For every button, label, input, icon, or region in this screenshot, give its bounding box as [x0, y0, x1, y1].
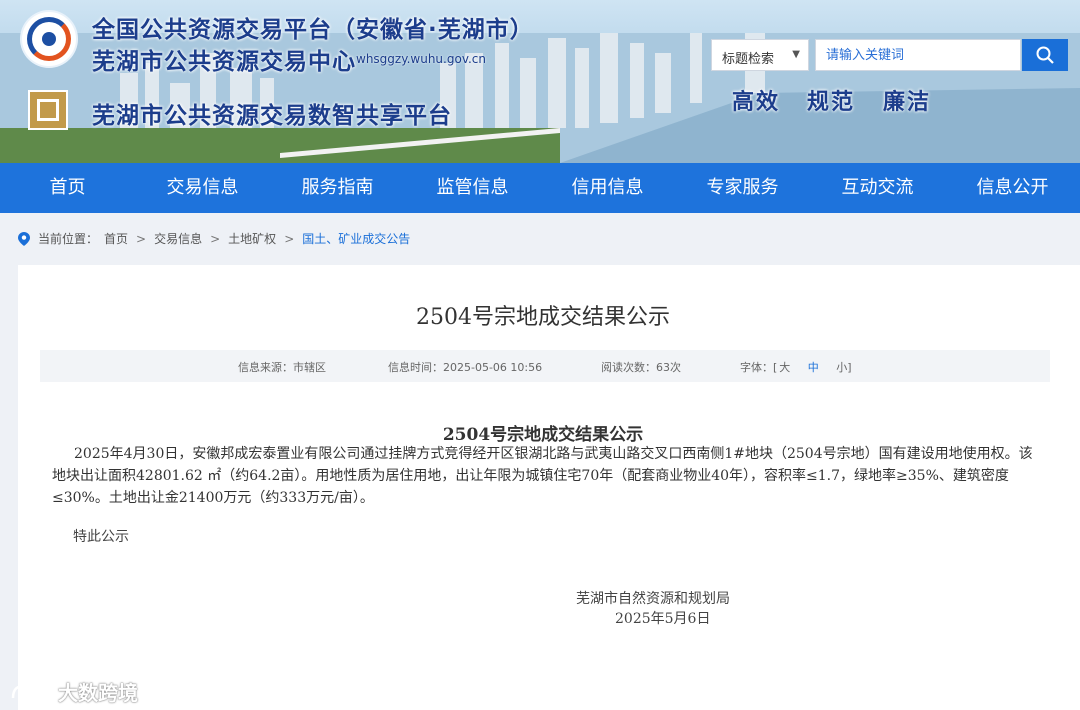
breadcrumb-label: 当前位置： — [38, 232, 99, 246]
breadcrumb-current[interactable]: 国土、矿业成交公告 — [302, 230, 410, 247]
font-size-large[interactable]: 大 — [779, 361, 790, 374]
main-nav: 首页 交易信息 服务指南 监管信息 信用信息 专家服务 互动交流 信息公开 — [0, 163, 1080, 213]
search-button[interactable] — [1022, 39, 1068, 71]
data-platform-title: 芜湖市公共资源交易数智共享平台 — [92, 103, 452, 129]
nav-item-disclosure[interactable]: 信息公开 — [945, 163, 1080, 213]
font-size-small[interactable]: 小] — [836, 361, 851, 374]
search-icon — [1036, 46, 1054, 64]
nav-item-supervision[interactable]: 监管信息 — [405, 163, 540, 213]
watermark-icon — [11, 683, 46, 698]
data-platform-logo — [28, 90, 68, 130]
watermark: 大数跨境 — [10, 677, 138, 706]
slogan-standard: 规范 — [807, 89, 856, 115]
search-type-value: 标题检索 — [722, 52, 775, 67]
signature-date: 2025年5月6日 — [615, 611, 711, 627]
platform-title: 全国公共资源交易平台（安徽省·芜湖市） — [92, 17, 534, 43]
chevron-down-icon: ▼ — [792, 49, 800, 60]
site-domain: whsggzy.wuhu.gov.cn — [356, 52, 487, 66]
font-size-label: 字体：[ — [740, 361, 778, 374]
article-card: 2504号宗地成交结果公示 信息来源：市辖区 信息时间：2025-05-06 1… — [18, 265, 1080, 710]
document-notice: 特此公示 — [73, 529, 129, 545]
signature-organization: 芜湖市自然资源和规划局 — [576, 591, 730, 607]
document-title: 2504号宗地成交结果公示 — [442, 425, 644, 445]
nav-item-trade-info[interactable]: 交易信息 — [135, 163, 270, 213]
page-title: 2504号宗地成交结果公示 — [416, 305, 670, 330]
header-banner: 全国公共资源交易平台（安徽省·芜湖市） 芜湖市公共资源交易中心 whsggzy.… — [0, 0, 1080, 163]
nav-item-service-guide[interactable]: 服务指南 — [270, 163, 405, 213]
nav-item-expert[interactable]: 专家服务 — [675, 163, 810, 213]
breadcrumb-trade-info[interactable]: 交易信息 — [154, 230, 202, 247]
meta-views: 阅读次数：63次 — [601, 361, 681, 374]
location-pin-icon — [18, 231, 30, 246]
breadcrumb-home[interactable]: 首页 — [104, 230, 128, 247]
watermark-text: 大数跨境 — [58, 681, 138, 705]
document-body: 2025年4月30日，安徽邦成宏泰置业有限公司通过挂牌方式竞得经开区银湖北路与武… — [52, 446, 1033, 506]
meta-time: 信息时间：2025-05-06 10:56 — [388, 361, 543, 374]
search-type-select[interactable]: 标题检索 ▼ — [711, 39, 809, 71]
search-input[interactable] — [815, 39, 1021, 71]
meta-source: 信息来源：市辖区 — [238, 361, 326, 374]
platform-logo[interactable] — [22, 12, 76, 66]
nav-item-credit[interactable]: 信用信息 — [540, 163, 675, 213]
nav-item-interaction[interactable]: 互动交流 — [810, 163, 945, 213]
font-size-selector: 字体：[大 中 小] — [740, 359, 852, 375]
breadcrumb-land-mining[interactable]: 土地矿权 — [228, 230, 276, 247]
nav-item-home[interactable]: 首页 — [0, 163, 135, 213]
slogan-efficient: 高效 — [732, 89, 781, 115]
center-title: 芜湖市公共资源交易中心 — [92, 49, 356, 75]
article-meta-bar: 信息来源：市辖区 信息时间：2025-05-06 10:56 阅读次数：63次 … — [40, 350, 1050, 382]
slogan-clean: 廉洁 — [883, 89, 932, 115]
breadcrumb: 当前位置： 首页 > 交易信息 > 土地矿权 > 国土、矿业成交公告 — [18, 230, 416, 247]
font-size-medium[interactable]: 中 — [808, 361, 819, 374]
